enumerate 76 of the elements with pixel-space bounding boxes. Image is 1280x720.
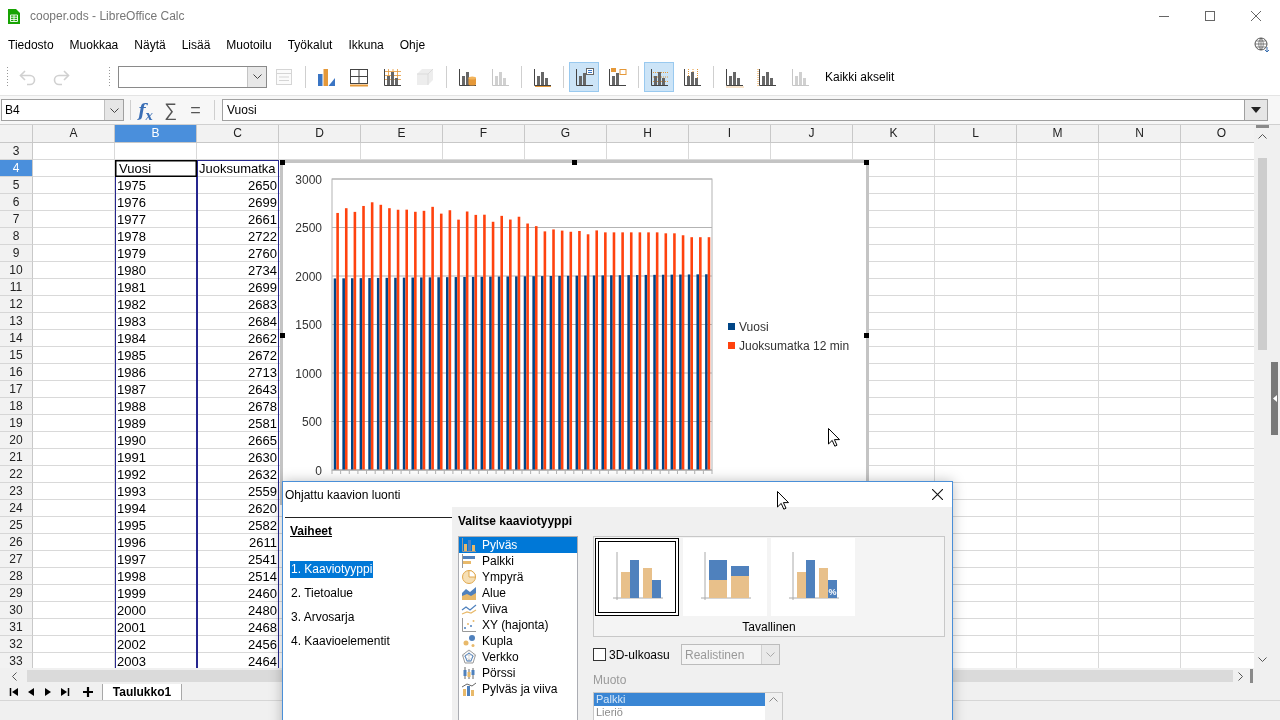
table-cell: 2665 bbox=[197, 432, 279, 449]
table-cell: 2683 bbox=[197, 296, 279, 313]
table-cell: 1993 bbox=[115, 483, 197, 500]
table-cell: 2620 bbox=[197, 500, 279, 517]
table-cell: 1976 bbox=[115, 194, 197, 211]
table-cell: 2699 bbox=[197, 279, 279, 296]
table-cell: 2581 bbox=[197, 415, 279, 432]
table-cell: 1987 bbox=[115, 381, 197, 398]
table-cell: 2582 bbox=[197, 517, 279, 534]
table-cell: 1980 bbox=[115, 262, 197, 279]
table-cell: 1992 bbox=[115, 466, 197, 483]
axis-tick-label: 500 bbox=[301, 415, 322, 429]
window-title: cooper.ods - LibreOffice Calc bbox=[30, 9, 185, 23]
table-cell: 1994 bbox=[115, 500, 197, 517]
axis-tick-label: 2500 bbox=[295, 221, 322, 235]
table-cell: 2464 bbox=[197, 653, 279, 668]
table-cell: 2672 bbox=[197, 347, 279, 364]
table-cell: 2713 bbox=[197, 364, 279, 381]
table-cell: 1996 bbox=[115, 534, 197, 551]
table-cell: 1981 bbox=[115, 279, 197, 296]
table-cell: 1975 bbox=[115, 177, 197, 194]
dialog-title: Ohjattu kaavion luonti bbox=[285, 487, 401, 502]
table-cell: 2468 bbox=[197, 619, 279, 636]
steps-heading: Vaiheet bbox=[290, 524, 333, 538]
table-cell: 2001 bbox=[115, 619, 197, 636]
table-cell: 1991 bbox=[115, 449, 197, 466]
table-cell: 2662 bbox=[197, 330, 279, 347]
table-cell: 1977 bbox=[115, 211, 197, 228]
table-cell: 2632 bbox=[197, 466, 279, 483]
table-cell: 1989 bbox=[115, 415, 197, 432]
table-cell: 2611 bbox=[197, 534, 279, 551]
table-cell: 1995 bbox=[115, 517, 197, 534]
table-cell: 1990 bbox=[115, 432, 197, 449]
table-cell: 2760 bbox=[197, 245, 279, 262]
table-cell: 1998 bbox=[115, 568, 197, 585]
table-cell: 2000 bbox=[115, 602, 197, 619]
table-cell: 1999 bbox=[115, 585, 197, 602]
percent-label: % bbox=[828, 587, 837, 597]
table-cell: 2514 bbox=[197, 568, 279, 585]
table-cell: 2559 bbox=[197, 483, 279, 500]
table-cell: 1988 bbox=[115, 398, 197, 415]
table-cell: 2684 bbox=[197, 313, 279, 330]
axis-tick-label: 0 bbox=[315, 463, 322, 478]
table-cell: 2002 bbox=[115, 636, 197, 653]
table-cell: 1986 bbox=[115, 364, 197, 381]
table-cell: 2643 bbox=[197, 381, 279, 398]
table-cell: Juoksumatka bbox=[197, 160, 279, 177]
table-cell: 1997 bbox=[115, 551, 197, 568]
axis-tick-label: 1500 bbox=[295, 318, 322, 332]
table-cell: 2630 bbox=[197, 449, 279, 466]
table-cell: 1984 bbox=[115, 330, 197, 347]
section-heading: Valitse kaaviotyyppi bbox=[458, 514, 574, 528]
table-cell: 1978 bbox=[115, 228, 197, 245]
axis-tick-label: 3000 bbox=[295, 172, 322, 187]
table-cell: 2460 bbox=[197, 585, 279, 602]
table-cell: 2541 bbox=[197, 551, 279, 568]
table-cell: 2722 bbox=[197, 228, 279, 245]
axis-tick-label: 2000 bbox=[295, 269, 322, 284]
legend-label: Vuosi bbox=[739, 320, 769, 334]
table-cell: 2003 bbox=[115, 653, 197, 668]
table-cell: 2678 bbox=[197, 398, 279, 415]
table-cell: 2661 bbox=[197, 211, 279, 228]
variant-name: Tavallinen bbox=[742, 620, 796, 634]
table-cell: Vuosi bbox=[115, 160, 197, 177]
shape-label: Muoto bbox=[593, 673, 627, 687]
table-cell: 1985 bbox=[115, 347, 197, 364]
table-cell: 2650 bbox=[197, 177, 279, 194]
legend-label: Juoksumatka 12 min bbox=[739, 339, 850, 353]
table-cell: 1979 bbox=[115, 245, 197, 262]
table-cell: 1983 bbox=[115, 313, 197, 330]
table-cell: 2734 bbox=[197, 262, 279, 279]
table-cell: 2699 bbox=[197, 194, 279, 211]
table-cell: 1982 bbox=[115, 296, 197, 313]
table-cell: 2456 bbox=[197, 636, 279, 653]
axis-tick-label: 1000 bbox=[295, 366, 322, 381]
table-cell: 2480 bbox=[197, 602, 279, 619]
